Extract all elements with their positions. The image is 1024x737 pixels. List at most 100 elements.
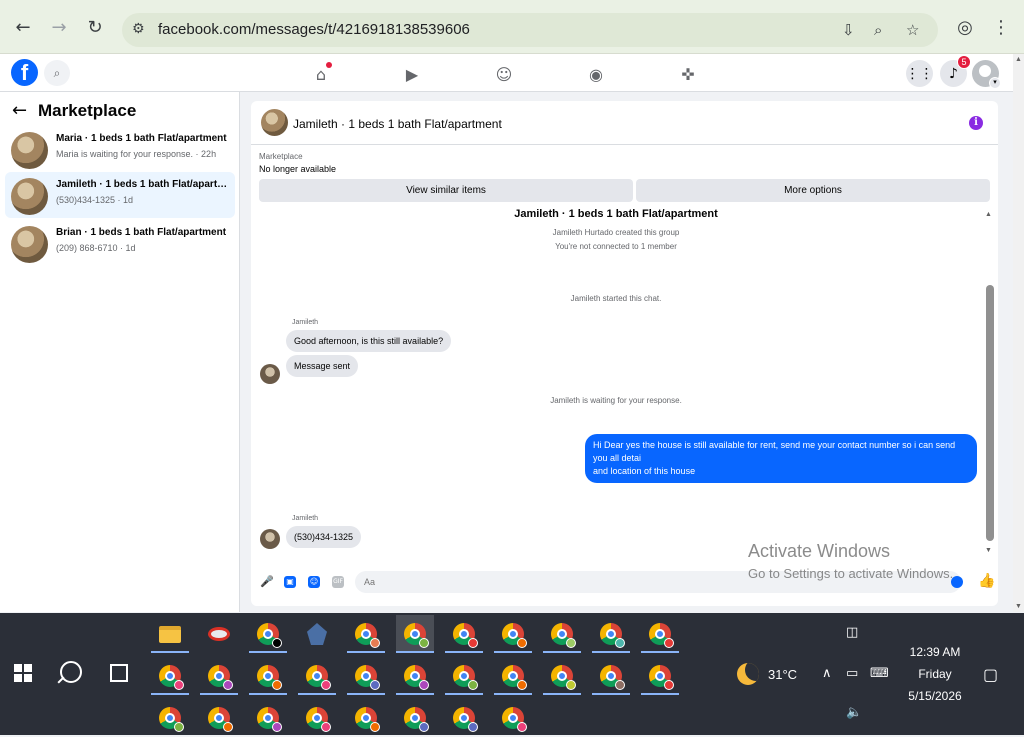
chrome-icon[interactable] [396, 615, 434, 653]
reload-icon[interactable]: ↻ [80, 12, 110, 42]
volume-icon[interactable]: 🔈 [846, 705, 862, 720]
sender-avatar[interactable] [260, 364, 280, 384]
chrome-icon[interactable] [298, 657, 336, 695]
outgoing-message[interactable]: Hi Dear yes the house is still available… [585, 434, 977, 483]
scroll-down-icon[interactable]: ▼ [1015, 603, 1022, 610]
scroll-up-icon[interactable]: ▲ [1015, 56, 1022, 63]
thumbs-up-icon[interactable]: 👍 [978, 573, 995, 589]
conversation-name: Maria · 1 beds 1 bath Flat/apartment [56, 133, 227, 144]
chrome-icon[interactable] [347, 615, 385, 653]
network-icon[interactable]: ▭ [846, 666, 858, 681]
chrome-icon[interactable] [592, 615, 630, 653]
page-scrollbar[interactable]: ▲ ▼ [1013, 54, 1024, 612]
chrome-icon[interactable] [445, 699, 483, 737]
chrome-icon[interactable] [298, 699, 336, 737]
chrome-icon[interactable] [543, 657, 581, 695]
gaming-icon[interactable]: ✜ [677, 63, 699, 85]
address-bar[interactable]: ⚙ facebook.com/messages/t/42169181385396… [122, 13, 938, 47]
chrome-icon[interactable] [494, 615, 532, 653]
more-options-button[interactable]: More options [636, 179, 990, 202]
conversation-item[interactable]: Brian · 1 beds 1 bath Flat/apartment (20… [5, 220, 235, 266]
site-settings-icon[interactable]: ⚙ [132, 21, 145, 37]
chrome-icon[interactable] [396, 657, 434, 695]
chevron-down-icon[interactable]: ▾ [989, 77, 1001, 89]
conversation-snippet: (209) 868-6710 · 1d [56, 243, 136, 253]
chrome-icon[interactable] [347, 657, 385, 695]
sender-name: Jamileth [292, 515, 319, 522]
conversation-item-active[interactable]: Jamileth · 1 beds 1 bath Flat/apartment … [5, 172, 235, 218]
video-icon[interactable]: ▶ [401, 63, 423, 85]
chrome-icon[interactable] [543, 615, 581, 653]
bookmark-star-icon[interactable]: ☆ [906, 21, 919, 39]
conversation-sidebar: ← Marketplace Maria · 1 beds 1 bath Flat… [0, 92, 240, 612]
chat-header: Jamileth · 1 beds 1 bath Flat/apartment … [251, 101, 998, 145]
file-explorer-icon[interactable] [151, 615, 189, 653]
chevron-up-icon[interactable]: ∧ [822, 666, 832, 681]
chrome-icon[interactable] [347, 699, 385, 737]
forward-arrow-icon[interactable]: → [44, 12, 74, 42]
chat-scrollbar[interactable]: ▲ ▼ [984, 211, 995, 554]
scroll-up-icon[interactable]: ▲ [985, 211, 992, 218]
chrome-icon[interactable] [494, 699, 532, 737]
chrome-icon[interactable] [445, 615, 483, 653]
chrome-icon[interactable] [396, 699, 434, 737]
url-text: facebook.com/messages/t/4216918138539606 [158, 21, 470, 38]
chrome-icon[interactable] [200, 699, 238, 737]
view-similar-button[interactable]: View similar items [259, 179, 633, 202]
microphone-icon[interactable]: 🎤 [260, 576, 274, 588]
groups-icon[interactable]: ◉ [585, 63, 607, 85]
clock-time[interactable]: 12:39 AM [900, 645, 970, 659]
back-arrow-icon[interactable]: ← [12, 100, 27, 121]
chrome-icon[interactable] [249, 615, 287, 653]
listing-thumbnail [11, 178, 48, 215]
system-message: Jamileth started this chat. [570, 294, 662, 303]
chrome-icon[interactable] [592, 657, 630, 695]
sender-avatar[interactable] [260, 529, 280, 549]
marketplace-label: Marketplace [259, 152, 303, 161]
incoming-message[interactable]: (530)434-1325 [286, 526, 362, 548]
back-arrow-icon[interactable]: ← [8, 12, 38, 42]
chrome-icon[interactable] [151, 657, 189, 695]
incoming-message[interactable]: Message sent [286, 355, 359, 377]
install-app-icon[interactable]: ⇩ [842, 21, 855, 39]
conversation-item[interactable]: Maria · 1 beds 1 bath Flat/apartment Mar… [5, 126, 235, 172]
menu-kebab-icon[interactable]: ⋮ [986, 12, 1016, 42]
profile-icon[interactable]: ◎ [950, 12, 980, 42]
chrome-icon[interactable] [641, 657, 679, 695]
chrome-icon[interactable] [641, 615, 679, 653]
chrome-icon[interactable] [151, 699, 189, 737]
chrome-icon[interactable] [200, 657, 238, 695]
search-icon[interactable]: ⌕ [44, 60, 70, 86]
meet-now-icon[interactable]: ◫ [846, 625, 858, 640]
friends-icon[interactable]: ☺ [493, 63, 515, 85]
zoom-icon[interactable]: ⌕ [874, 21, 882, 39]
clock-day[interactable]: Friday [900, 667, 970, 681]
task-view-icon[interactable] [110, 664, 128, 682]
photo-icon[interactable]: ▣ [284, 576, 296, 588]
info-icon[interactable]: i [969, 116, 983, 130]
clock-date[interactable]: 5/15/2026 [900, 689, 970, 703]
apps-grid-icon[interactable]: ⋮⋮ [906, 60, 934, 87]
keyboard-icon[interactable]: ⌨ [870, 666, 889, 681]
chrome-icon[interactable] [249, 699, 287, 737]
sticker-icon[interactable]: ☺ [308, 576, 320, 588]
notification-center-icon[interactable]: ▢ [983, 665, 998, 684]
watermark-line: Activate Windows [748, 541, 891, 561]
incoming-message[interactable]: Good afternoon, is this still available? [286, 330, 452, 352]
windows-start-icon[interactable] [14, 664, 32, 682]
listing-thumbnail[interactable] [261, 109, 288, 136]
sidebar-title: Marketplace [38, 101, 137, 120]
search-icon[interactable] [60, 661, 82, 683]
weather-moon-icon[interactable] [737, 663, 759, 685]
chrome-icon[interactable] [445, 657, 483, 695]
app-icon[interactable] [298, 615, 336, 653]
chrome-icon[interactable] [494, 657, 532, 695]
scroll-down-icon[interactable]: ▼ [985, 547, 992, 554]
facebook-logo-icon[interactable]: f [11, 59, 38, 86]
chrome-icon[interactable] [249, 657, 287, 695]
weather-temperature[interactable]: 31°C [768, 667, 797, 682]
gif-icon[interactable]: GIF [332, 576, 344, 588]
scroll-thumb[interactable] [986, 285, 994, 541]
chat-title[interactable]: Jamileth · 1 beds 1 bath Flat/apartment [293, 117, 502, 131]
app-icon[interactable] [200, 615, 238, 653]
